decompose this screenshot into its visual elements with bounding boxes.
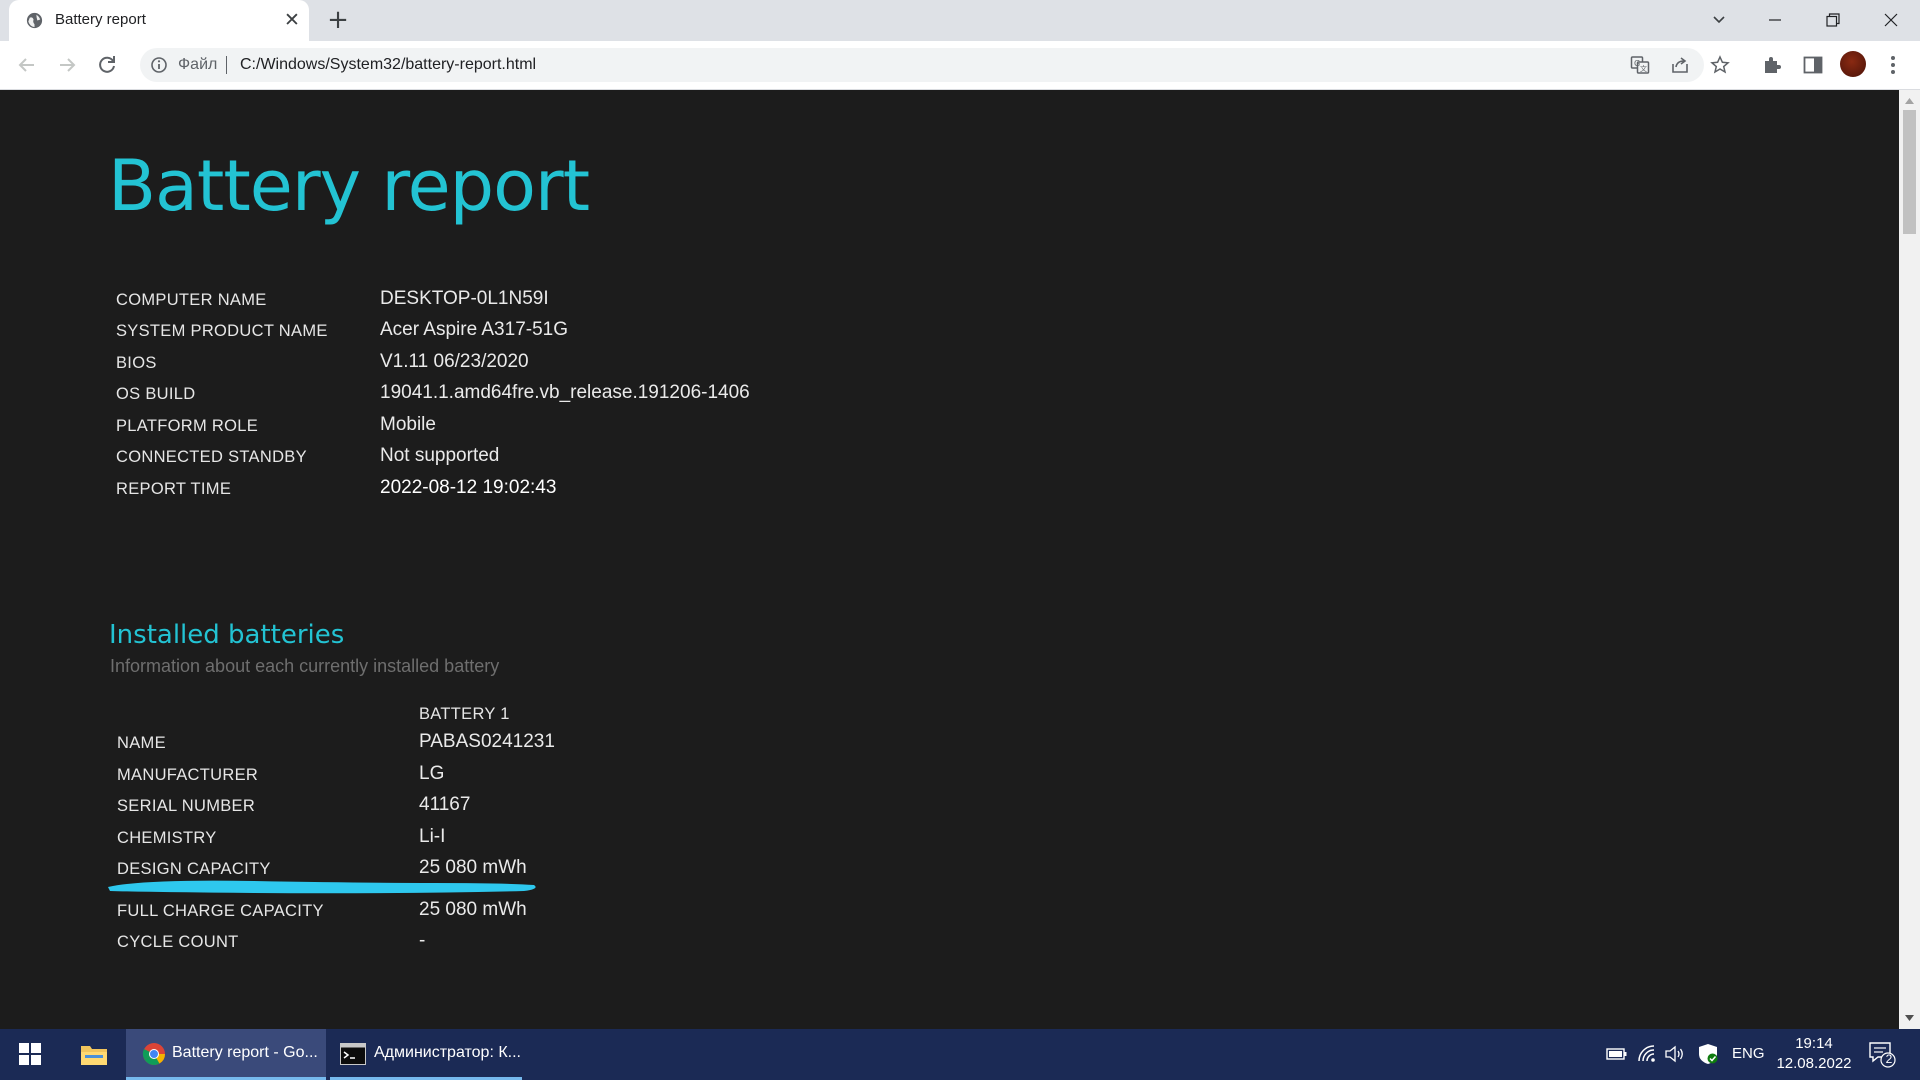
info-label: OS BUILD [116,385,196,403]
restore-icon [1826,13,1840,27]
info-value: DESKTOP-0L1N59I [380,288,549,309]
speaker-icon[interactable] [1664,1043,1686,1065]
taskbar-app-chrome[interactable]: Battery report - Go... [126,1029,326,1080]
url-text[interactable]: C:/Windows/System32/battery-report.html [240,56,536,74]
highlight-underline-stroke [108,880,536,894]
chrome-icon [142,1043,165,1065]
new-tab-button[interactable]: + [325,7,351,33]
minimize-button[interactable] [1752,0,1798,40]
translate-icon[interactable]: G 文 [1630,55,1650,75]
extensions-puzzle-icon[interactable] [1761,54,1783,76]
close-window-button[interactable] [1868,0,1914,40]
info-icon[interactable] [150,56,168,74]
battery-label: FULL CHARGE CAPACITY [117,902,324,920]
info-value: 19041.1.amd64fre.vb_release.191206-1406 [380,382,750,403]
info-label: SYSTEM PRODUCT NAME [116,322,328,340]
battery-label: CYCLE COUNT [117,933,239,951]
battery-icon[interactable] [1606,1043,1628,1065]
scroll-up-arrow-icon[interactable] [1904,96,1915,106]
battery-value: LG [419,763,445,784]
wifi-icon[interactable] [1636,1043,1658,1065]
section-title-installed-batteries: Installed batteries [109,620,345,650]
battery-label: SERIAL NUMBER [117,797,256,815]
battery-value: Li-I [419,826,446,847]
security-shield-icon[interactable] [1697,1043,1719,1065]
clock-time: 19:14 [1795,1035,1833,1052]
battery-value: PABAS0241231 [419,731,555,752]
tab-title: Battery report [55,11,146,28]
tab-battery-report[interactable]: Battery report ✕ [9,0,309,41]
close-tab-icon[interactable]: ✕ [281,9,303,31]
back-arrow-icon[interactable] [13,51,41,79]
share-icon[interactable] [1670,55,1690,75]
page-title: Battery report [108,145,590,227]
vertical-scrollbar[interactable] [1899,90,1920,1029]
side-panel-icon[interactable] [1802,54,1824,76]
input-language-indicator[interactable]: ENG [1732,1045,1765,1062]
info-label: CONNECTED STANDBY [116,448,307,466]
taskbar-app-label: Администратор: К... [374,1044,521,1061]
info-label: BIOS [116,354,157,372]
battery-value: - [419,930,426,951]
battery-label: NAME [117,734,166,752]
info-value: Not supported [380,445,500,466]
clock-date: 12.08.2022 [1776,1055,1852,1072]
svg-text:文: 文 [1640,64,1647,73]
bookmark-star-icon[interactable] [1710,55,1730,75]
notification-count-badge: 2 [1885,1052,1893,1066]
scrollbar-thumb[interactable] [1903,110,1916,234]
info-value: Mobile [380,414,436,435]
taskbar-app-label: Battery report - Go... [172,1044,318,1061]
battery-value: 25 080 mWh [419,857,527,878]
url-separator [226,56,227,74]
profile-avatar[interactable] [1840,51,1866,77]
section-subtitle: Information about each currently install… [110,656,500,676]
action-center-button[interactable]: 2 [1868,1041,1898,1069]
address-bar[interactable]: Файл C:/Windows/System32/battery-report.… [140,48,1730,82]
reload-icon[interactable] [93,51,121,79]
windows-taskbar: Battery report - Go... Администратор: К.… [0,1029,1920,1080]
battery-value: 41167 [419,794,471,815]
minimize-icon [1769,19,1781,21]
close-icon [1884,13,1898,27]
start-button[interactable] [0,1029,60,1080]
chevron-down-icon [1713,16,1725,24]
scroll-down-arrow-icon[interactable] [1904,1013,1915,1023]
info-value: Acer Aspire A317-51G [380,319,568,340]
forward-arrow-icon[interactable] [53,51,81,79]
info-value: V1.11 06/23/2020 [380,351,529,372]
browser-toolbar: Файл C:/Windows/System32/battery-report.… [0,41,1920,90]
info-label: REPORT TIME [116,480,232,498]
battery-label: MANUFACTURER [117,766,259,784]
info-label: PLATFORM ROLE [116,417,259,435]
taskbar-app-cmd[interactable]: Администратор: К... [330,1029,522,1080]
taskbar-file-explorer[interactable] [66,1029,122,1080]
folder-icon [81,1046,107,1065]
tab-strip: Battery report ✕ + [0,0,1920,41]
battery-label: CHEMISTRY [117,829,217,847]
globe-icon [26,12,43,29]
clock[interactable]: 19:14 12.08.2022 [1776,1034,1852,1074]
url-scheme-label: Файл [178,56,218,73]
windows-logo-icon [19,1043,41,1065]
info-label: COMPUTER NAME [116,291,267,309]
tab-search-button[interactable] [1696,0,1742,40]
info-value: 2022-08-12 19:02:43 [380,477,557,498]
more-menu-icon[interactable] [1883,51,1903,79]
battery-value: 25 080 mWh [419,899,527,920]
battery-column-header: BATTERY 1 [419,705,510,723]
command-prompt-icon [340,1043,366,1065]
restore-button[interactable] [1810,0,1856,40]
